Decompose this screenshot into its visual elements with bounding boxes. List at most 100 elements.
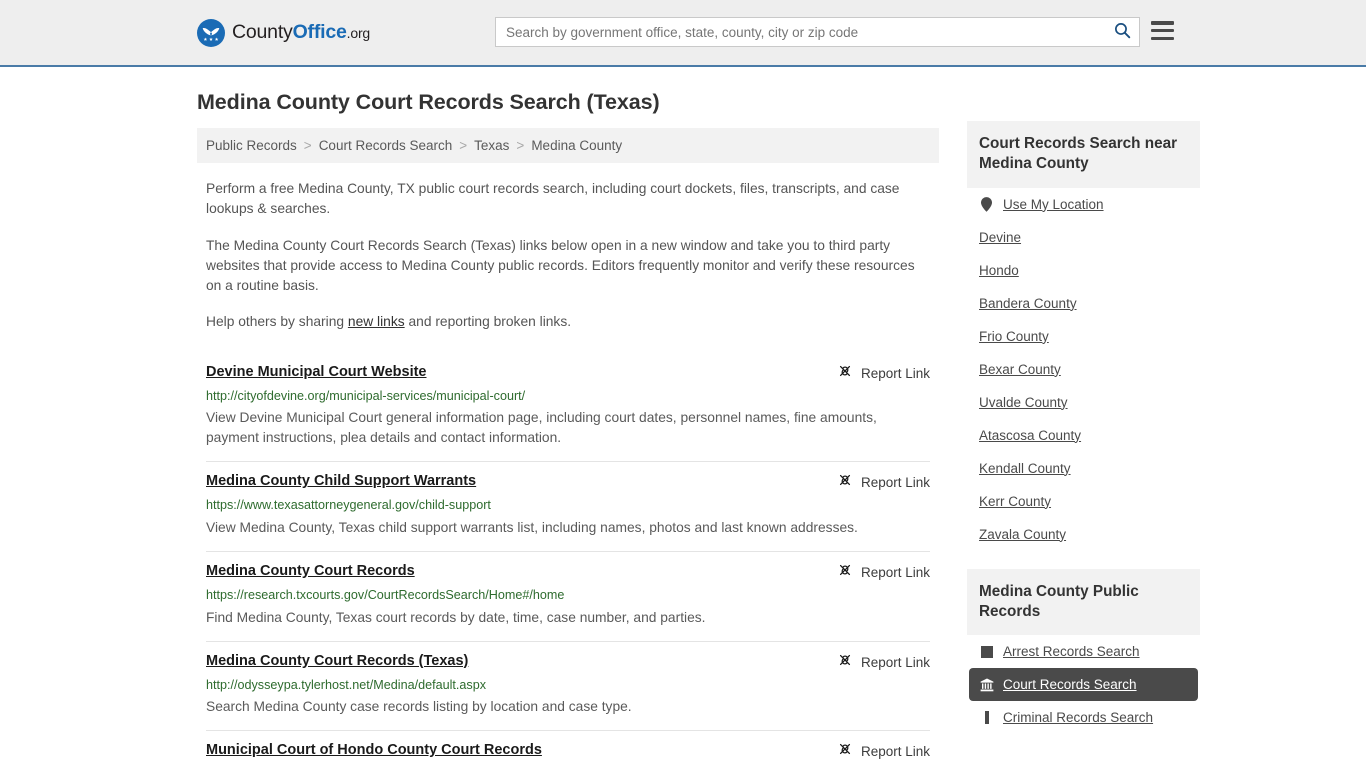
result-title-link[interactable]: Medina County Child Support Warrants bbox=[206, 472, 476, 492]
sidebar: Court Records Search near Medina County … bbox=[967, 121, 1200, 734]
broken-link-icon bbox=[837, 741, 853, 762]
result-header: Medina County Court Records (Texas) Repo… bbox=[206, 652, 930, 673]
broken-link-icon bbox=[837, 562, 853, 583]
sidebar-item-zavala-county[interactable]: Zavala County bbox=[969, 518, 1198, 551]
public-records-panel-title: Medina County Public Records bbox=[967, 568, 1200, 636]
search-input[interactable] bbox=[496, 18, 1105, 46]
result-title-link[interactable]: Municipal Court of Hondo County Court Re… bbox=[206, 741, 542, 761]
result-header: Municipal Court of Hondo County Court Re… bbox=[206, 741, 930, 762]
report-link-label: Report Link bbox=[860, 744, 930, 760]
sidebar-item-label: Bexar County bbox=[979, 361, 1061, 377]
breadcrumb-item-public-records[interactable]: Public Records bbox=[206, 138, 297, 153]
handcuffs-icon bbox=[979, 645, 994, 658]
sidebar-panel-spacer bbox=[967, 551, 1200, 569]
sidebar-item-frio-county[interactable]: Frio County bbox=[969, 320, 1198, 353]
sidebar-item-label: Criminal Records Search bbox=[1003, 710, 1154, 726]
search-icon bbox=[1114, 22, 1131, 42]
sidebar-item-use-my-location[interactable]: Use My Location bbox=[969, 188, 1198, 221]
intro-paragraph-2: The Medina County Court Records Search (… bbox=[206, 237, 915, 294]
sidebar-item-court-records-search[interactable]: Court Records Search bbox=[969, 668, 1198, 702]
report-link-label: Report Link bbox=[860, 475, 930, 491]
result-item: Municipal Court of Hondo County Court Re… bbox=[206, 731, 930, 768]
sidebar-item-label: Frio County bbox=[979, 328, 1049, 344]
result-description: View Devine Municipal Court general info… bbox=[206, 410, 877, 446]
intro-paragraph-1: Perform a free Medina County, TX public … bbox=[206, 181, 900, 217]
sidebar-item-label: Arrest Records Search bbox=[1003, 644, 1140, 660]
report-link-button[interactable]: Report Link bbox=[817, 562, 930, 583]
nearby-panel-list: Use My Location Devine Hondo Bandera Cou… bbox=[967, 188, 1200, 551]
sidebar-item-label: Uvalde County bbox=[979, 394, 1068, 410]
report-link-button[interactable]: Report Link bbox=[817, 472, 930, 493]
sidebar-item-label: Devine bbox=[979, 229, 1022, 245]
help-text-after: and reporting broken links. bbox=[404, 314, 572, 330]
sidebar-item-label: Bandera County bbox=[979, 295, 1077, 311]
sidebar-item-bexar-county[interactable]: Bexar County bbox=[969, 353, 1198, 386]
broken-link-icon bbox=[837, 652, 853, 673]
sidebar-item-bandera-county[interactable]: Bandera County bbox=[969, 287, 1198, 320]
sidebar-item-label: Atascosa County bbox=[979, 427, 1082, 443]
new-links-link[interactable]: new links bbox=[348, 314, 405, 329]
results-list: Devine Municipal Court Website Report Li… bbox=[197, 355, 939, 768]
broken-link-icon bbox=[837, 363, 853, 384]
report-link-button[interactable]: Report Link bbox=[817, 652, 930, 673]
sidebar-item-uvalde-county[interactable]: Uvalde County bbox=[969, 386, 1198, 419]
search-button[interactable] bbox=[1105, 18, 1139, 46]
breadcrumb-item-court-records-search[interactable]: Court Records Search bbox=[319, 138, 453, 153]
result-url: https://research.txcourts.gov/CourtRecor… bbox=[206, 587, 565, 602]
report-link-button[interactable]: Report Link bbox=[817, 741, 930, 762]
result-title-link[interactable]: Devine Municipal Court Website bbox=[206, 363, 427, 383]
courthouse-icon bbox=[979, 678, 994, 692]
result-item: Medina County Court Records Report Link bbox=[206, 552, 930, 642]
site-logo-text: CountyOffice.org bbox=[232, 21, 370, 44]
logo-text-tld: .org bbox=[346, 25, 371, 41]
breadcrumb-item-medina-county: Medina County bbox=[531, 138, 623, 153]
sidebar-item-label: Hondo bbox=[979, 262, 1019, 278]
result-item: Medina County Court Records (Texas) Repo… bbox=[206, 642, 930, 732]
sidebar-item-label: Zavala County bbox=[979, 526, 1067, 542]
sidebar-item-label: Kerr County bbox=[979, 493, 1052, 509]
result-description: Find Medina County, Texas court records … bbox=[206, 609, 706, 625]
hamburger-bar-3 bbox=[1151, 36, 1174, 40]
hamburger-bar-1 bbox=[1151, 21, 1174, 25]
report-link-label: Report Link bbox=[860, 654, 930, 670]
hamburger-bar-2 bbox=[1151, 28, 1174, 33]
main-content: Medina County Court Records Search (Texa… bbox=[197, 67, 939, 768]
result-url: http://odysseypa.tylerhost.net/Medina/de… bbox=[206, 677, 487, 692]
nearby-panel-title: Court Records Search near Medina County bbox=[967, 121, 1200, 188]
breadcrumb-item-texas[interactable]: Texas bbox=[474, 138, 509, 153]
sidebar-item-devine[interactable]: Devine bbox=[969, 221, 1198, 254]
result-item: Medina County Child Support Warrants Rep… bbox=[206, 462, 930, 552]
result-url: https://www.texasattorneygeneral.gov/chi… bbox=[206, 498, 491, 513]
broken-link-icon bbox=[837, 472, 853, 493]
logo-text-office: Office bbox=[292, 21, 347, 43]
report-link-label: Report Link bbox=[860, 365, 930, 381]
public-records-panel-list: Arrest Records Search Court Records Sear… bbox=[967, 635, 1200, 734]
sidebar-item-kendall-county[interactable]: Kendall County bbox=[969, 452, 1198, 485]
logo-text-county: County bbox=[232, 21, 293, 43]
result-header: Medina County Court Records Report Link bbox=[206, 562, 930, 583]
result-description: Search Medina County case records listin… bbox=[206, 699, 632, 715]
help-others-line: Help others by sharing new links and rep… bbox=[197, 312, 939, 332]
site-logo[interactable]: CountyOffice.org bbox=[197, 18, 370, 47]
site-header: CountyOffice.org bbox=[0, 0, 1366, 67]
sidebar-item-arrest-records-search[interactable]: Arrest Records Search bbox=[969, 635, 1198, 668]
hamburger-menu-icon[interactable] bbox=[1151, 21, 1174, 40]
sidebar-item-kerr-county[interactable]: Kerr County bbox=[969, 485, 1198, 518]
result-item: Devine Municipal Court Website Report Li… bbox=[206, 355, 930, 463]
sidebar-item-label: Kendall County bbox=[979, 460, 1071, 476]
sidebar-item-hondo[interactable]: Hondo bbox=[969, 254, 1198, 287]
sidebar-item-atascosa-county[interactable]: Atascosa County bbox=[969, 419, 1198, 452]
location-pin-icon bbox=[979, 196, 994, 212]
result-header: Medina County Child Support Warrants Rep… bbox=[206, 472, 930, 493]
sidebar-item-label: Court Records Search bbox=[1003, 677, 1137, 693]
sidebar-item-criminal-records-search[interactable]: Criminal Records Search bbox=[969, 701, 1198, 734]
result-url: http://cityofdevine.org/municipal-servic… bbox=[206, 388, 526, 403]
sidebar-item-label: Use My Location bbox=[1003, 196, 1104, 212]
report-link-button[interactable]: Report Link bbox=[817, 363, 930, 384]
search-bar[interactable] bbox=[495, 17, 1140, 47]
result-header: Devine Municipal Court Website Report Li… bbox=[206, 363, 930, 384]
page-title: Medina County Court Records Search (Texa… bbox=[197, 90, 660, 114]
result-title-link[interactable]: Medina County Court Records bbox=[206, 562, 415, 582]
result-title-link[interactable]: Medina County Court Records (Texas) bbox=[206, 652, 468, 672]
breadcrumb: Public Records > Court Records Search > … bbox=[197, 128, 939, 163]
